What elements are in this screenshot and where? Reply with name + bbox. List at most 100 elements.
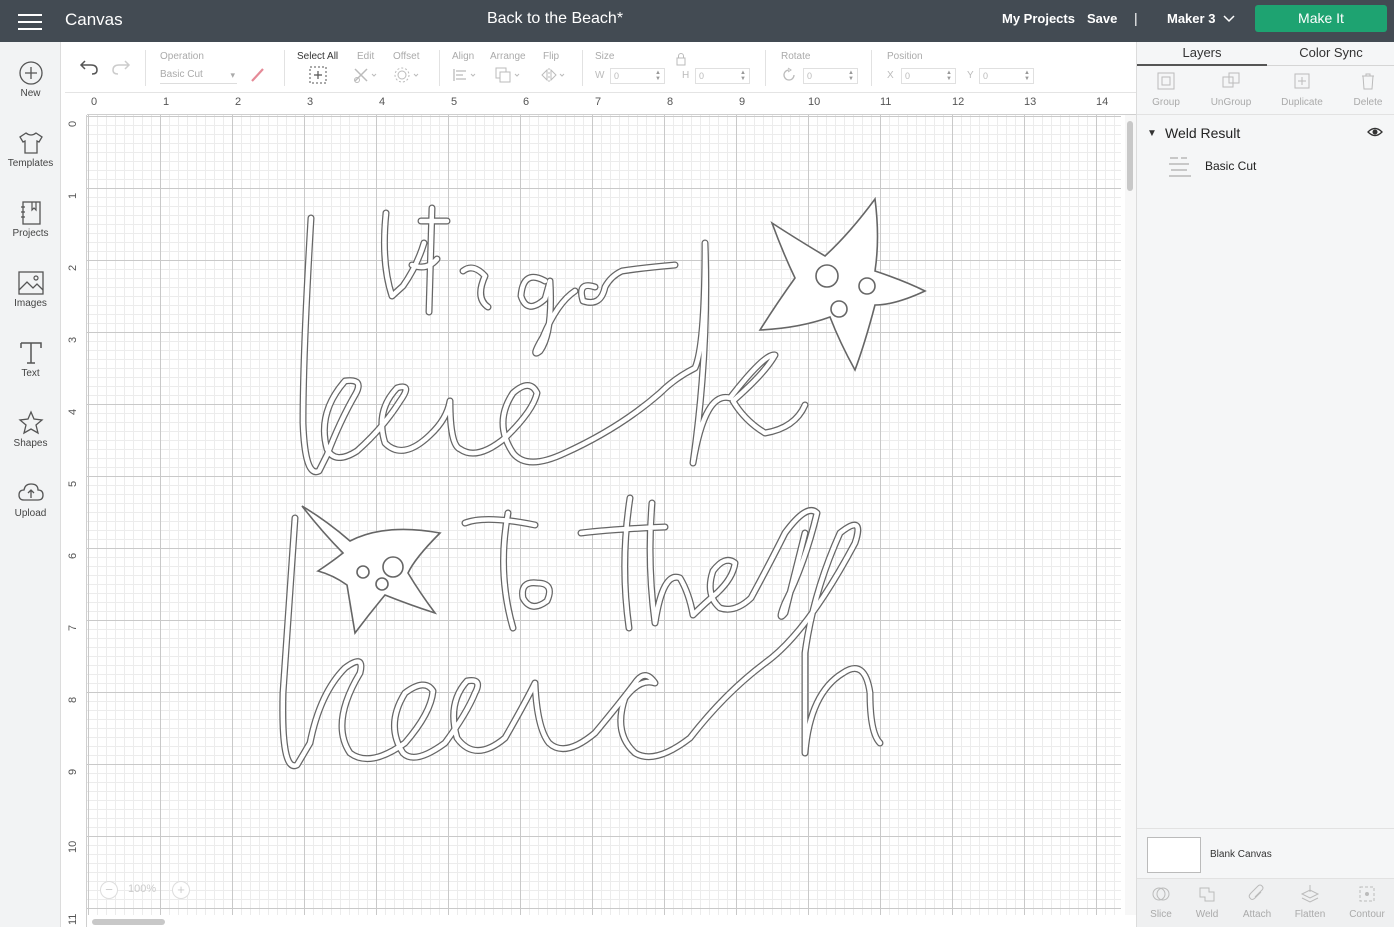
slice-icon	[1152, 887, 1170, 901]
weld-result-artwork[interactable]	[65, 93, 1136, 927]
sidebar-item-label: Images	[14, 298, 47, 309]
arrange-label: Arrange	[490, 51, 526, 62]
group-label: Group	[1152, 97, 1180, 108]
offset-icon	[394, 67, 419, 83]
machine-selector[interactable]: Maker 3	[1167, 11, 1215, 26]
sidebar-item-new[interactable]: New	[0, 50, 61, 112]
duplicate-label: Duplicate	[1281, 97, 1323, 108]
sidebar-item-text[interactable]: Text	[0, 330, 61, 392]
design-canvas[interactable]: 0 1 2 3 4 5 6 7 8 9 10 11 12 13 14 0 1 2 3 4 5 6 7 8 9 10 11	[65, 93, 1136, 927]
y-letter: Y	[967, 70, 974, 81]
x-spinner-icon[interactable]: ▲ ▼	[946, 70, 952, 82]
size-control: Size W 0 ▲ ▼ H 0 ▲ ▼	[595, 42, 770, 93]
layers-panel: Layers Color Sync Group UnGroup Duplicat…	[1136, 42, 1394, 927]
header-separator: |	[1134, 10, 1138, 26]
position-control: Position X 0 ▲ ▼ Y 0 ▲ ▼	[887, 42, 1037, 93]
group-button[interactable]: Group	[1137, 67, 1195, 115]
toolbar-divider	[439, 50, 440, 86]
select-all-control[interactable]: Select All	[297, 42, 347, 93]
canvas-color-swatch[interactable]	[1147, 837, 1201, 873]
redo-icon[interactable]	[111, 58, 131, 76]
sidebar-item-label: Shapes	[13, 438, 48, 449]
y-spinner-icon[interactable]: ▲ ▼	[1024, 70, 1030, 82]
left-sidebar: New Templates Projects Images Text Shape…	[0, 42, 61, 927]
flip-icon	[541, 68, 565, 82]
notebook-icon	[20, 201, 41, 225]
height-spinner-icon[interactable]: ▲ ▼	[740, 70, 746, 82]
sidebar-item-upload[interactable]: Upload	[0, 470, 61, 532]
slice-label: Slice	[1150, 909, 1172, 920]
align-control[interactable]: Align	[452, 42, 482, 93]
operation-control: Operation Basic Cut	[160, 42, 270, 93]
rotate-label: Rotate	[781, 51, 811, 62]
position-label: Position	[887, 51, 923, 62]
save-button[interactable]: Save	[1087, 11, 1117, 26]
align-label: Align	[452, 51, 475, 62]
sidebar-item-images[interactable]: Images	[0, 260, 61, 322]
arrange-control[interactable]: Arrange	[490, 42, 530, 93]
edit-control[interactable]: Edit	[354, 42, 387, 93]
offset-label: Offset	[393, 51, 420, 62]
zoom-in-button[interactable]: +	[172, 881, 190, 899]
weld-label: Weld	[1195, 909, 1219, 920]
contour-label: Contour	[1349, 909, 1385, 920]
sidebar-item-shapes[interactable]: Shapes	[0, 400, 61, 462]
layer-item-name: Basic Cut	[1205, 159, 1257, 173]
width-spinner-icon[interactable]: ▲ ▼	[655, 70, 661, 82]
attach-button[interactable]: Attach	[1235, 879, 1279, 927]
x-letter: X	[887, 70, 894, 81]
caret-down-icon[interactable]: ▼	[1147, 128, 1157, 139]
text-icon	[19, 342, 42, 364]
undo-icon[interactable]	[79, 58, 99, 76]
flatten-button[interactable]: Flatten	[1287, 879, 1333, 927]
horizontal-scroll-thumb[interactable]	[92, 919, 165, 925]
chevron-down-icon[interactable]	[1222, 12, 1236, 26]
top-bar: Canvas Back to the Beach* My Projects Sa…	[0, 0, 1394, 42]
zoom-control: − 100% +	[100, 879, 196, 901]
offset-control[interactable]: Offset	[393, 42, 433, 93]
ungroup-button[interactable]: UnGroup	[1199, 67, 1263, 115]
document-title: Back to the Beach*	[486, 10, 624, 27]
plus-circle-icon	[18, 61, 43, 85]
weld-button[interactable]: Weld	[1187, 879, 1227, 927]
scissors-icon	[354, 68, 377, 83]
vertical-scroll-thumb[interactable]	[1127, 121, 1133, 191]
size-label: Size	[595, 51, 615, 62]
layer-item-basic-cut[interactable]: Basic Cut	[1137, 148, 1394, 184]
arrange-icon	[495, 67, 520, 83]
sidebar-item-templates[interactable]: Templates	[0, 120, 61, 182]
rotate-control: Rotate 0 ▲ ▼	[781, 42, 861, 93]
delete-button[interactable]: Delete	[1341, 67, 1394, 115]
make-it-button[interactable]: Make It	[1255, 5, 1387, 32]
edit-label: Edit	[357, 51, 375, 62]
contour-button[interactable]: Contour	[1343, 879, 1391, 927]
lock-icon[interactable]	[675, 52, 687, 66]
sidebar-item-label: Templates	[7, 158, 54, 169]
tab-color-sync[interactable]: Color Sync	[1267, 42, 1394, 66]
flip-control[interactable]: Flip	[541, 42, 573, 93]
select-all-label: Select All	[297, 51, 339, 62]
tab-layers[interactable]: Layers	[1137, 42, 1267, 66]
layer-group-weld-result[interactable]: ▼ Weld Result	[1137, 122, 1394, 146]
my-projects-link[interactable]: My Projects	[1002, 11, 1075, 26]
flatten-label: Flatten	[1294, 909, 1326, 920]
zoom-out-button[interactable]: −	[100, 881, 118, 899]
rotate-spinner-icon[interactable]: ▲ ▼	[848, 70, 854, 82]
vertical-scrollbar[interactable]	[1125, 115, 1136, 915]
toolbar-divider	[871, 50, 872, 86]
sidebar-item-projects[interactable]: Projects	[0, 190, 61, 252]
layer-actions: Group UnGroup Duplicate Delete	[1137, 67, 1394, 115]
slice-button[interactable]: Slice	[1141, 879, 1181, 927]
duplicate-icon	[1294, 73, 1310, 89]
starfish-small-icon	[301, 505, 442, 635]
edit-toolbar: Operation Basic Cut Select All Edit Offs…	[65, 42, 1136, 93]
sidebar-item-label: Text	[21, 368, 40, 379]
pen-color-icon[interactable]	[249, 66, 267, 84]
duplicate-button[interactable]: Duplicate	[1267, 67, 1337, 115]
paperclip-icon	[1248, 884, 1264, 900]
flatten-icon	[1300, 885, 1320, 903]
sidebar-item-label: Upload	[14, 508, 47, 519]
operation-select[interactable]: Basic Cut	[160, 66, 237, 84]
bottom-layer-actions: Slice Weld Attach Flatten Contour	[1137, 878, 1394, 927]
eye-icon[interactable]	[1367, 126, 1383, 138]
